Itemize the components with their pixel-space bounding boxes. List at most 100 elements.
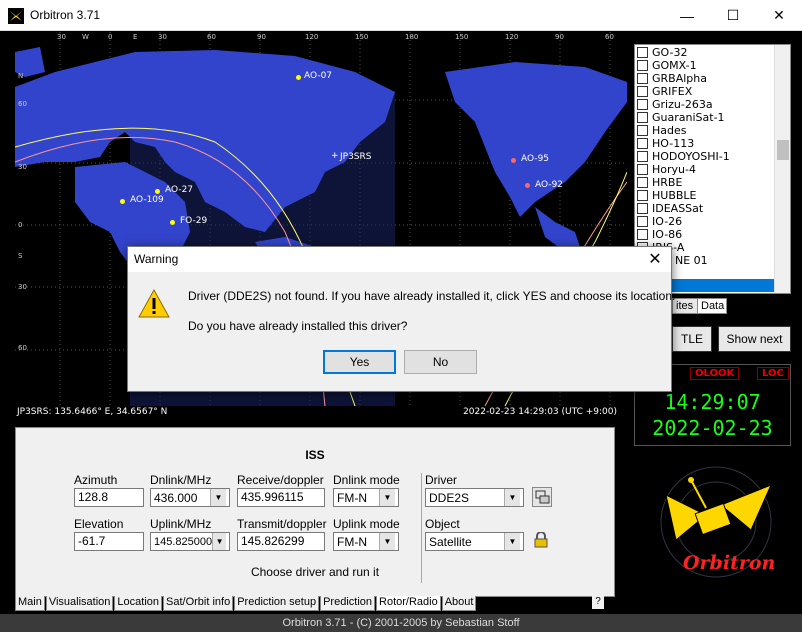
run-driver-button[interactable] (532, 487, 552, 507)
observer-label[interactable]: JP3SRS (340, 152, 372, 162)
list-item[interactable]: IO-26 (637, 215, 682, 228)
checkbox[interactable] (637, 177, 648, 188)
status-hint: Choose driver and run it (250, 565, 380, 579)
autolook-indicator[interactable]: OLOOK (690, 367, 740, 380)
dnlink-mode-label: Dnlink mode (333, 473, 400, 487)
tab-prediction-setup[interactable]: Prediction setup (234, 596, 320, 611)
satellite-label[interactable]: AO-95 (521, 154, 549, 164)
list-item-label: HO-113 (652, 137, 695, 150)
dnlink-mode-select[interactable]: FM-N ▼ (333, 488, 399, 507)
list-item[interactable]: IDEASSat (637, 202, 703, 215)
tab-main[interactable]: Main (15, 596, 45, 611)
lat-label: 60 (18, 344, 27, 352)
checkbox[interactable] (637, 190, 648, 201)
tab-about[interactable]: About (441, 596, 477, 611)
tab-sat-orbit-info[interactable]: Sat/Orbit info (163, 596, 234, 611)
list-item[interactable]: GO-32 (637, 46, 687, 59)
close-button[interactable]: ✕ (756, 0, 802, 31)
list-item-label: Hades (652, 124, 687, 137)
driver-icon (535, 490, 550, 504)
checkbox[interactable] (637, 229, 648, 240)
local-time-indicator[interactable]: LOC (757, 367, 789, 380)
lat-label: 30 (18, 283, 27, 291)
chevron-down-icon: ▼ (379, 489, 395, 506)
satellite-marker[interactable] (511, 158, 516, 163)
satellite-label[interactable]: AO-109 (130, 195, 164, 205)
checkbox[interactable] (637, 164, 648, 175)
checkbox[interactable] (637, 138, 648, 149)
azimuth-field[interactable]: 128.8 (74, 488, 144, 507)
satellite-marker[interactable] (525, 183, 530, 188)
lock-icon[interactable] (534, 532, 548, 548)
checkbox[interactable] (637, 47, 648, 58)
list-item[interactable]: GuaraniSat-1 (637, 111, 725, 124)
lon-label: 180 (405, 33, 419, 41)
tle-button[interactable]: TLE (672, 326, 712, 352)
object-select[interactable]: Satellite ▼ (425, 532, 524, 551)
satellite-marker[interactable] (170, 220, 175, 225)
list-item[interactable]: HO-113 (637, 137, 694, 150)
object-value: Satellite (429, 534, 472, 549)
dialog-close-icon[interactable]: ✕ (645, 249, 665, 269)
uplink-select[interactable]: 145.825000 ▼ (150, 532, 230, 551)
checkbox[interactable] (637, 73, 648, 84)
dnlink-value: 436.000 (154, 490, 198, 505)
satellite-label[interactable]: FO-29 (180, 216, 207, 226)
checkbox[interactable] (637, 151, 648, 162)
driver-select[interactable]: DDE2S ▼ (425, 488, 524, 507)
transmit-doppler-label: Transmit/doppler (237, 517, 327, 531)
satellite-label[interactable]: AO-07 (304, 71, 332, 81)
satellite-marker[interactable] (120, 199, 125, 204)
dialog-question: Do you have already installed this drive… (188, 319, 408, 333)
list-item[interactable]: Hades (637, 124, 687, 137)
list-item[interactable]: HODOYOSHI-1 (637, 150, 730, 163)
tab-location[interactable]: Location (114, 596, 162, 611)
scroll-thumb[interactable] (777, 140, 789, 160)
list-item-label: IO-26 (652, 215, 683, 228)
uplink-label: Uplink/MHz (150, 517, 212, 531)
satellite-label[interactable]: AO-27 (165, 185, 193, 195)
list-item-label: GuaraniSat-1 (652, 111, 725, 124)
satellite-marker[interactable] (155, 189, 160, 194)
uplink-mode-select[interactable]: FM-N ▼ (333, 532, 399, 551)
checkbox[interactable] (637, 86, 648, 97)
tab-data[interactable]: Data (697, 298, 727, 314)
yes-button[interactable]: Yes (323, 350, 396, 374)
help-button[interactable]: ? (592, 596, 604, 609)
checkbox[interactable] (637, 60, 648, 71)
checkbox[interactable] (637, 203, 648, 214)
list-item[interactable]: GRIFEX (637, 85, 692, 98)
checkbox[interactable] (637, 112, 648, 123)
checkbox[interactable] (637, 125, 648, 136)
tab-satellites[interactable]: ites (672, 298, 698, 314)
list-item[interactable]: IO-86 (637, 228, 682, 241)
satellite-label[interactable]: AO-92 (535, 180, 563, 190)
list-item[interactable]: HUBBLE (637, 189, 697, 202)
lat-label: S (18, 252, 23, 260)
minimize-button[interactable]: — (664, 0, 710, 31)
list-item[interactable]: GOMX-1 (637, 59, 697, 72)
lat-label: 30 (18, 163, 27, 171)
dnlink-select[interactable]: 436.000 ▼ (150, 488, 230, 507)
maximize-button[interactable]: ☐ (710, 0, 756, 31)
elevation-field[interactable]: -61.7 (74, 532, 144, 551)
orbitron-app-icon (8, 8, 24, 24)
satellite-marker[interactable] (296, 75, 301, 80)
receive-doppler-field[interactable]: 435.996115 (237, 488, 325, 507)
show-next-button[interactable]: Show next (718, 326, 791, 352)
checkbox[interactable] (637, 216, 648, 227)
checkbox[interactable] (637, 99, 648, 110)
tab-rotor-radio[interactable]: Rotor/Radio (376, 596, 441, 611)
tab-visualisation[interactable]: Visualisation (45, 596, 114, 611)
list-item[interactable]: NE 01 (675, 254, 708, 267)
list-item[interactable]: Grizu-263a (637, 98, 713, 111)
tab-prediction[interactable]: Prediction (320, 596, 376, 611)
list-scrollbar[interactable] (774, 45, 790, 293)
list-item[interactable]: GRBAlpha (637, 72, 707, 85)
list-item[interactable]: Horyu-4 (637, 163, 696, 176)
lon-label: 60 (207, 33, 216, 41)
list-item[interactable]: HRBE (637, 176, 682, 189)
transmit-doppler-field[interactable]: 145.826299 (237, 532, 325, 551)
list-item-label: NE 01 (675, 254, 708, 267)
no-button[interactable]: No (404, 350, 477, 374)
